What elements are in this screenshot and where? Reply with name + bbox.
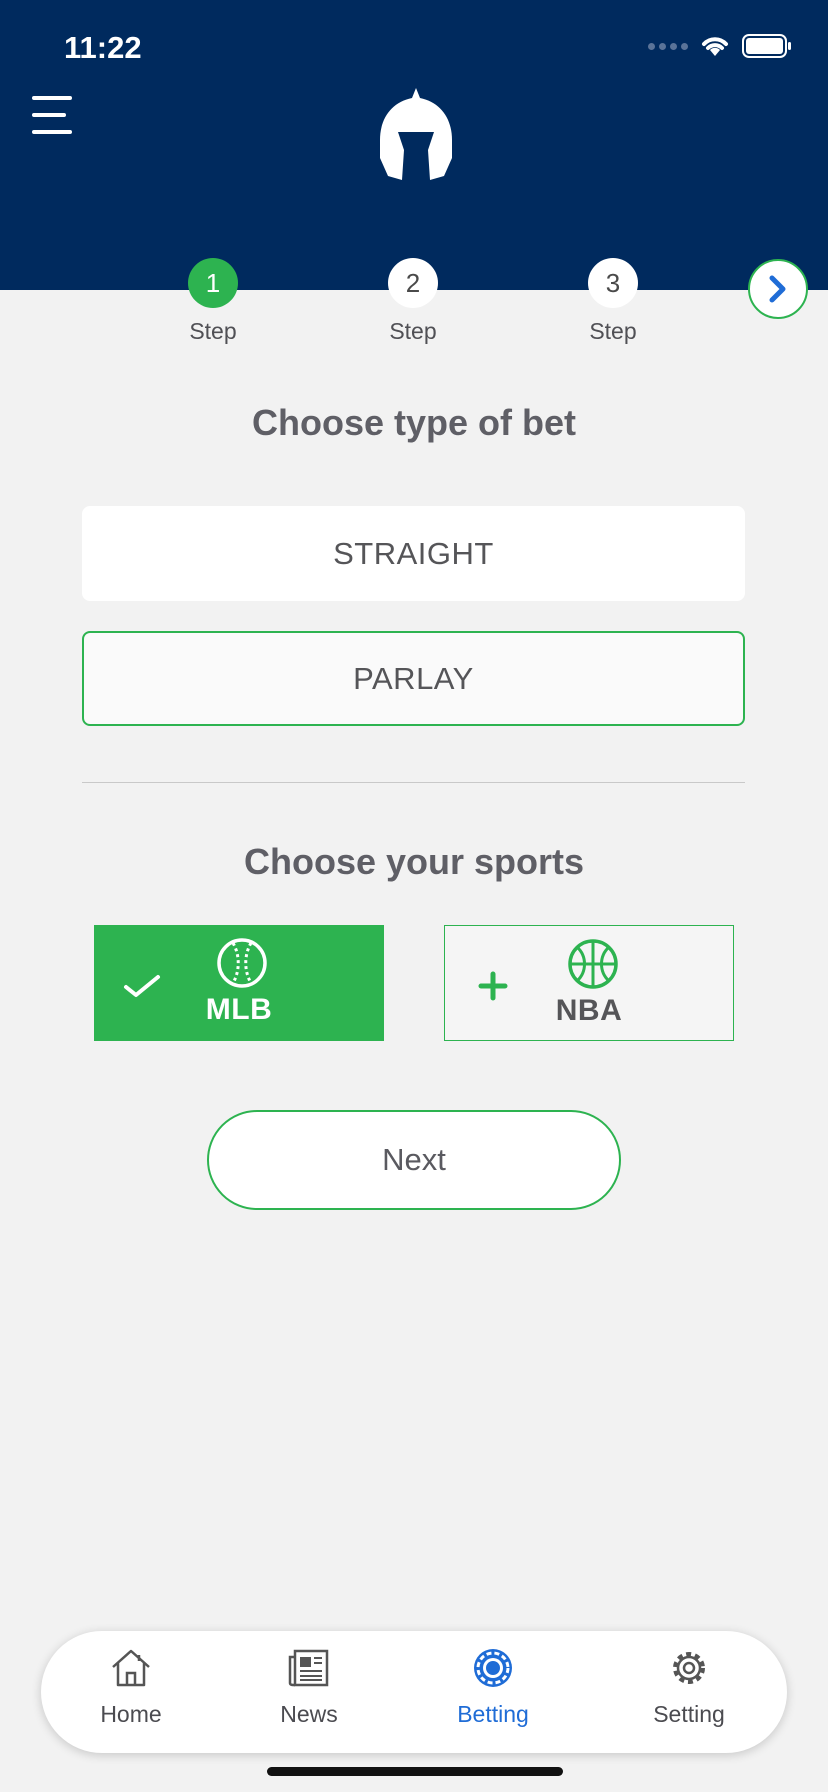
bet-type-title: Choose type of bet [251,402,577,443]
wifi-icon [702,37,728,56]
hamburger-menu-icon[interactable] [32,96,76,136]
straight-option[interactable]: STRAIGHT [82,506,745,601]
step-3-label: Step [589,318,637,344]
step-2-label: Step [389,318,437,344]
cellular-signal-icon [648,42,688,50]
step-1-number: 1 [188,258,238,308]
next-step-button[interactable] [748,259,808,319]
status-icons [648,34,792,58]
tab-betting[interactable]: Betting [433,1647,553,1728]
status-time: 11:22 [64,30,142,65]
sport-label-nba: NBA [555,994,623,1027]
bottom-tab-bar: Home News Betting Setting [41,1631,787,1753]
step-1[interactable]: 1 Step [163,258,263,345]
gear-icon [673,1652,705,1684]
step-2[interactable]: 2 Step [363,258,463,345]
tab-news[interactable]: News [249,1647,369,1728]
step-3[interactable]: 3 Step [563,258,663,345]
home-indicator[interactable] [267,1767,563,1776]
newspaper-icon [288,1649,329,1687]
step-3-number: 3 [588,258,638,308]
tab-news-label: News [280,1701,338,1727]
sport-option-mlb[interactable]: MLB [94,925,384,1041]
tab-betting-label: Betting [457,1701,529,1727]
chevron-right-icon [769,275,786,303]
tab-setting[interactable]: Setting [629,1647,749,1728]
poker-chip-icon [474,1649,512,1687]
home-icon [112,1649,150,1687]
tab-setting-label: Setting [653,1701,725,1727]
divider [82,782,745,783]
spartan-helmet-icon [380,88,452,180]
tab-home[interactable]: Home [71,1647,191,1728]
tab-home-label: Home [100,1701,162,1727]
step-2-number: 2 [388,258,438,308]
parlay-option[interactable]: PARLAY [82,631,745,726]
app-header: 11:22 [0,0,828,290]
battery-icon [742,34,791,58]
sports-title: Choose your sports [243,841,585,882]
basketball-icon [568,939,618,989]
step-progress: 1 Step 2 Step 3 Step [0,258,828,348]
step-1-label: Step [189,318,237,344]
baseball-icon [217,938,267,988]
sport-label-mlb: MLB [205,993,273,1026]
sport-option-nba[interactable]: NBA [444,925,734,1041]
next-button[interactable]: Next [207,1110,621,1210]
